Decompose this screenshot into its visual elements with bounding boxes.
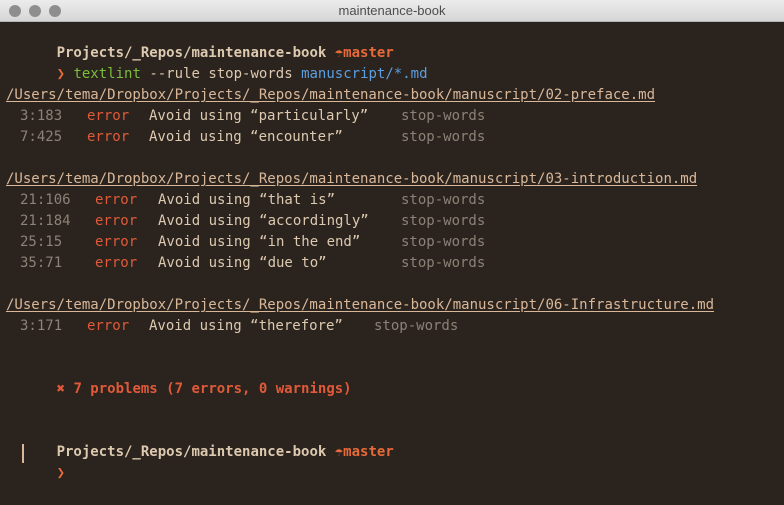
lint-summary: ✖ 7 problems (7 errors, 0 warnings) <box>6 358 352 397</box>
issue-level: error <box>87 129 130 145</box>
text-cursor <box>22 444 24 463</box>
issue-location: 3:171 <box>20 318 63 334</box>
prompt-chevron-icon: ❯ <box>56 66 66 82</box>
issue-location: 21:184 <box>20 213 71 229</box>
issue-level: error <box>95 255 138 271</box>
issue-level: error <box>87 318 130 334</box>
command-arg: manuscript/*.md <box>301 66 428 82</box>
window-title: maintenance-book <box>338 3 446 18</box>
lint-issue: 21:184 error Avoid using “accordingly” s… <box>6 211 706 232</box>
issue-level: error <box>95 192 138 208</box>
file-path: /Users/tema/Dropbox/Projects/_Repos/main… <box>6 171 698 187</box>
lint-issue: 3:183 error Avoid using “particularly” s… <box>6 106 706 127</box>
issue-message: Avoid using “accordingly” <box>158 213 369 229</box>
file-path: /Users/tema/Dropbox/Projects/_Repos/main… <box>6 87 656 103</box>
umbrella-icon: ☂ <box>334 444 344 460</box>
terminal-window: maintenance-book Projects/_Repos/mainten… <box>0 0 784 481</box>
prompt-line: Projects/_Repos/maintenance-book ☂master <box>6 22 394 61</box>
issue-location: 7:425 <box>20 129 63 145</box>
lint-issue: 21:106 error Avoid using “that is” stop-… <box>6 190 706 211</box>
prompt-line: Projects/_Repos/maintenance-book ☂master <box>6 421 394 460</box>
issue-message: Avoid using “that is” <box>158 192 336 208</box>
issue-location: 21:106 <box>20 192 71 208</box>
issue-level: error <box>95 234 138 250</box>
terminal-output[interactable]: Projects/_Repos/maintenance-book ☂master… <box>0 22 784 481</box>
issue-rule: stop-words <box>401 234 486 250</box>
input-line[interactable]: ❯ <box>6 442 65 481</box>
issue-location: 3:183 <box>20 108 63 124</box>
git-branch: master <box>343 444 394 460</box>
lint-issue: 3:171 error Avoid using “therefore” stop… <box>6 316 706 337</box>
issue-location: 25:15 <box>20 234 63 250</box>
prompt-cwd: Projects/_Repos/maintenance-book <box>56 444 327 460</box>
file-path: /Users/tema/Dropbox/Projects/_Repos/main… <box>6 297 715 313</box>
issue-message: Avoid using “therefore” <box>149 318 343 334</box>
issue-rule: stop-words <box>401 108 486 124</box>
issue-location: 35:71 <box>20 255 63 271</box>
issue-message: Avoid using “particularly” <box>149 108 369 124</box>
issue-level: error <box>95 213 138 229</box>
summary-text: 7 problems (7 errors, 0 warnings) <box>73 381 352 397</box>
error-x-icon: ✖ <box>56 381 66 397</box>
command-line: ❯ textlint --rule stop-words manuscript/… <box>6 43 428 82</box>
command-program: textlint <box>73 66 141 82</box>
issue-rule: stop-words <box>401 129 486 145</box>
issue-level: error <box>87 108 130 124</box>
command-flags: --rule stop-words <box>149 66 293 82</box>
prompt-chevron-icon: ❯ <box>56 465 66 481</box>
issue-rule: stop-words <box>401 213 486 229</box>
title-bar: maintenance-book <box>0 0 784 22</box>
issue-rule: stop-words <box>374 318 459 334</box>
lint-issue: 7:425 error Avoid using “encounter” stop… <box>6 127 706 148</box>
issue-message: Avoid using “in the end” <box>158 234 361 250</box>
lint-issue: 35:71 error Avoid using “due to” stop-wo… <box>6 253 706 274</box>
issue-rule: stop-words <box>401 192 486 208</box>
issue-rule: stop-words <box>401 255 486 271</box>
issue-message: Avoid using “encounter” <box>149 129 343 145</box>
lint-issue: 25:15 error Avoid using “in the end” sto… <box>6 232 706 253</box>
issue-message: Avoid using “due to” <box>158 255 327 271</box>
